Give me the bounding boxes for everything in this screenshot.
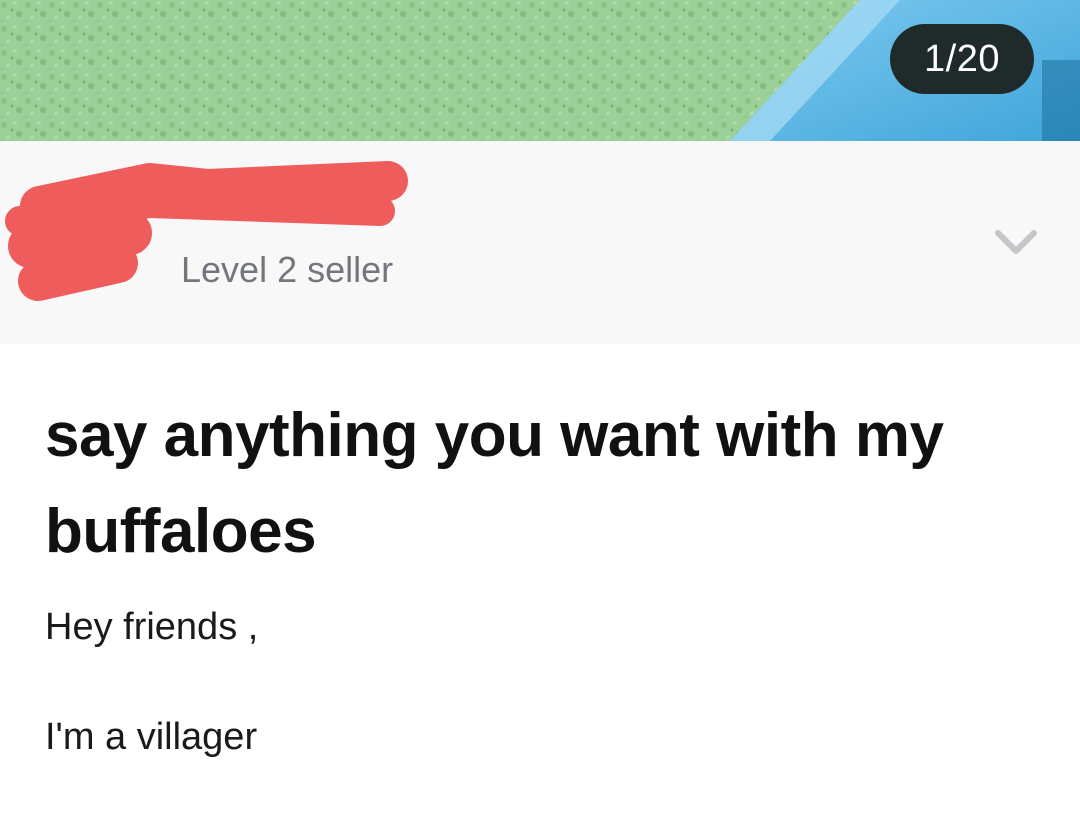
gig-title: say anything you want with my buffaloes	[45, 401, 944, 566]
description-line: Hey friends ,	[45, 606, 259, 648]
chevron-down-icon[interactable]	[994, 227, 1038, 257]
description-line: I'm a villager	[45, 716, 258, 758]
seller-level-label: Level 2 seller	[181, 249, 394, 290]
gig-image-gallery[interactable]: 1/20	[0, 0, 1080, 141]
image-counter-badge: 1/20	[890, 24, 1034, 94]
seller-info-row[interactable]: Level 2 seller	[0, 141, 1080, 344]
gig-page: 1/20 Level 2 seller say anything you wan…	[0, 0, 1080, 821]
redaction-scribble	[5, 161, 408, 301]
